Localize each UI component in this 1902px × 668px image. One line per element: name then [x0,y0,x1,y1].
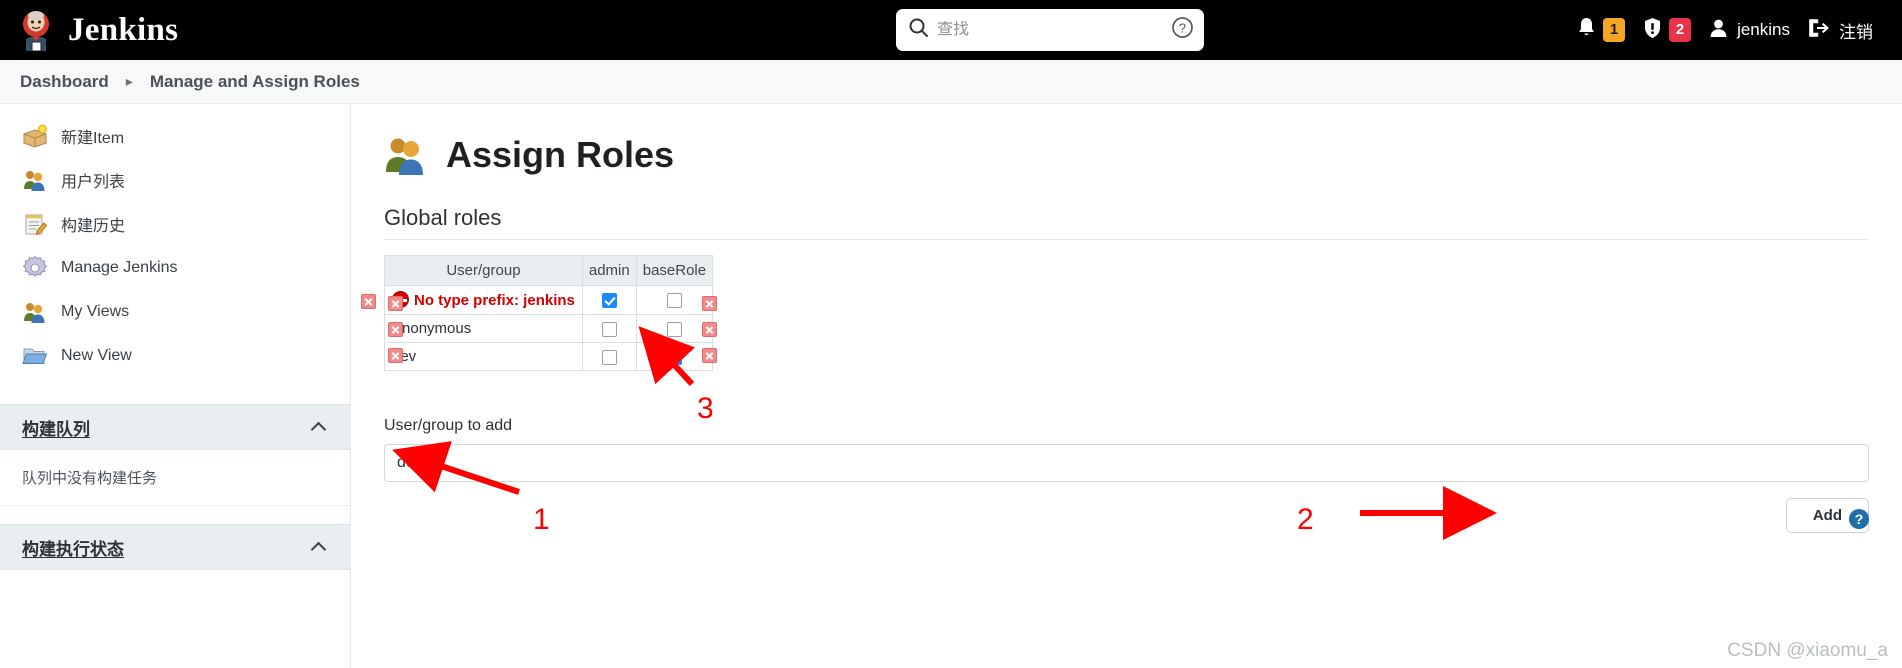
people-icon [22,167,48,193]
help-question-icon[interactable]: ? [1849,509,1869,529]
sidebar-item-build-history[interactable]: 构建历史 [0,202,350,246]
sidebar: 新建Item 用户列表 构建历史 Manage Jenkins My Views… [0,104,351,668]
user-name-label: jenkins [1737,20,1790,39]
delete-row-icon[interactable] [388,322,403,337]
app-header: Jenkins ? 1 [0,0,1902,60]
question-circle-icon[interactable]: ? [1171,16,1194,44]
section-title-global-roles: Global roles [384,205,502,230]
sidebar-section-title: 构建执行状态 [22,539,124,559]
cell-admin [581,342,637,371]
cell-admin [581,285,637,315]
checkbox-baserole[interactable] [666,293,682,309]
security-warnings-button[interactable]: 2 [1634,0,1700,60]
table-row: dev [384,342,714,371]
user-group-name: No type prefix: jenkins [414,292,575,309]
sidebar-item-label: My Views [61,303,130,320]
person-icon [1709,18,1728,43]
checkbox-baserole[interactable] [666,321,682,337]
delete-row-icon[interactable] [388,296,403,311]
svg-text:?: ? [1179,21,1186,36]
cell-user-group: No type prefix: jenkins [360,285,583,315]
global-roles-table-wrap: User/group admin baseRole No type prefix… [360,255,717,371]
assign-roles-people-icon [384,134,430,176]
page-header: Assign Roles [351,104,1902,176]
cell-user-group: Anonymous [384,314,583,343]
sidebar-item-label: New View [61,347,132,364]
table-row: No type prefix: jenkins [360,285,714,315]
search-icon [908,17,929,43]
checkbox-admin[interactable] [601,321,617,337]
table-header-row: User/group admin baseRole [384,255,714,286]
search-input[interactable] [937,21,1171,39]
global-roles-table: User/group admin baseRole No type prefix… [360,255,714,371]
cell-admin [581,314,637,343]
table-row: Anonymous [384,314,714,343]
sidebar-section-build-queue[interactable]: 构建队列 [0,404,350,450]
breadcrumb-separator-icon: ▸ [125,73,133,89]
logout-label: 注销 [1839,22,1873,42]
main-content: Assign Roles Global roles User/group adm… [351,104,1902,668]
notifications-button[interactable]: 1 [1568,0,1634,60]
security-count-badge: 2 [1669,18,1692,42]
cell-user-group: dev [384,342,583,371]
user-group-name: Anonymous [392,320,472,337]
chevron-up-icon[interactable] [312,422,328,432]
user-group-to-add-row [384,444,1869,482]
build-queue-empty-text: 队列中没有构建任务 [0,450,350,506]
logout-button[interactable]: 注销 [1799,0,1882,60]
sidebar-item-new-item[interactable]: 新建Item [0,114,350,158]
sidebar-item-my-views[interactable]: My Views [0,290,350,334]
delete-row-icon[interactable] [702,348,717,363]
delete-x-icon[interactable] [360,293,376,309]
chevron-up-icon[interactable] [312,542,328,552]
user-group-to-add-input[interactable] [384,444,1869,482]
people-icon [22,299,48,325]
checkbox-baserole[interactable] [666,349,682,365]
delete-row-icon[interactable] [702,322,717,337]
jenkins-butler-logo-icon [16,9,56,52]
delete-row-icon[interactable] [702,296,717,311]
notifications-count-badge: 1 [1603,18,1626,42]
header-actions: 1 2 jenkins 注销 [1568,0,1902,60]
new-item-box-icon [22,123,48,149]
breadcrumb-item-dashboard[interactable]: Dashboard [16,72,113,92]
sidebar-gap-2 [0,506,350,524]
folder-icon [22,343,48,369]
section-divider [384,239,1869,240]
user-group-to-add-label: User/group to add [384,417,513,434]
sidebar-item-label: Manage Jenkins [61,259,178,276]
gear-icon [22,255,48,281]
bell-icon [1577,17,1596,43]
sidebar-item-label: 构建历史 [61,218,126,235]
breadcrumb: Dashboard ▸ Manage and Assign Roles [0,60,1902,104]
brand-home-link[interactable]: Jenkins [16,9,179,52]
sidebar-item-label: 用户列表 [61,174,126,191]
add-button-row: Add [351,498,1869,533]
column-header-user-group: User/group [384,255,583,286]
sidebar-item-manage-jenkins[interactable]: Manage Jenkins [0,246,350,290]
sidebar-top-spacer [0,104,350,114]
logout-arrow-icon [1808,18,1830,43]
user-menu-button[interactable]: jenkins [1700,0,1799,60]
brand-title: Jenkins [68,11,179,48]
sidebar-section-build-executor-status[interactable]: 构建执行状态 [0,524,350,570]
sidebar-item-new-view[interactable]: New View [0,334,350,378]
notepad-pencil-icon [22,211,48,237]
delete-row-icon[interactable] [388,348,403,363]
sidebar-item-label: 新建Item [61,130,125,147]
sidebar-section-title: 构建队列 [22,419,90,439]
checkbox-admin[interactable] [601,349,617,365]
checkbox-admin[interactable] [601,293,617,309]
shield-alert-icon [1643,17,1662,44]
column-header-baserole: baseRole [635,255,714,286]
breadcrumb-item-manage-and-assign-roles[interactable]: Manage and Assign Roles [146,72,364,92]
search-box[interactable]: ? [896,9,1204,51]
sidebar-item-user-list[interactable]: 用户列表 [0,158,350,202]
column-header-admin: admin [581,255,637,286]
page-title: Assign Roles [446,134,675,175]
